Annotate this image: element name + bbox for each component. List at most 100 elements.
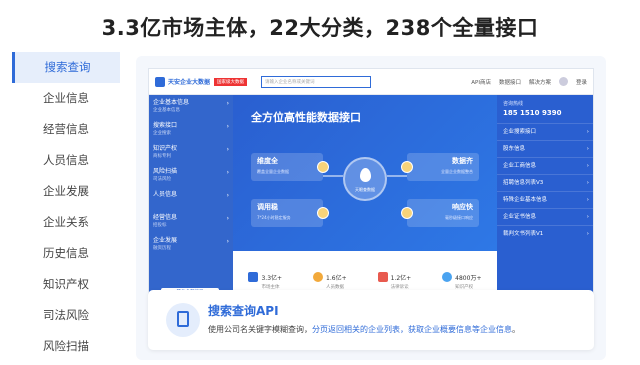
- shot-logo: 天安企业大数据: [155, 76, 211, 87]
- side-item[interactable]: 企业基本信息 企业基本信息 ›: [149, 95, 233, 118]
- side-item-sub: 企业基本信息: [153, 108, 180, 113]
- person-icon: [313, 272, 324, 282]
- side-item[interactable]: 风险扫描司法风险 ›: [149, 164, 233, 187]
- right-item-label: 裁判文书列表V1: [503, 231, 544, 237]
- coin-icon: [401, 207, 413, 219]
- right-item-label: 企业证书信息: [503, 214, 537, 220]
- right-list-item[interactable]: 裁判文书列表V1 ›: [497, 225, 593, 242]
- chevron-right-icon: ›: [586, 180, 589, 186]
- side-item-title: 知识产权: [153, 145, 178, 152]
- stat-item: 3.3亿+ 市场主体: [248, 265, 282, 290]
- connector-line: [387, 175, 407, 177]
- side-item-title: 人员信息: [153, 191, 178, 198]
- feature-title: 调用稳: [257, 203, 278, 211]
- nav-item-personnel[interactable]: 人员信息: [12, 145, 120, 176]
- nav-item-risk-scan[interactable]: 风险扫描: [12, 331, 120, 362]
- right-item-label: 股东信息: [503, 146, 526, 152]
- feature-box-data: 数据齐 全量企业数据整合: [407, 153, 479, 181]
- chevron-right-icon: ›: [226, 238, 229, 245]
- connector-line: [323, 175, 343, 177]
- center-hub: 天眼查数据: [343, 157, 387, 201]
- side-item-sub: 企业搜索: [153, 131, 171, 136]
- left-nav: 搜索查询 企业信息 经营信息 人员信息 企业发展 企业关系 历史信息 知识产权 …: [12, 52, 120, 365]
- feature-box-fast: 响应快 毫秒级接口响应: [407, 199, 479, 227]
- right-item-label: 企业搜索接口: [503, 129, 537, 135]
- stat-item: 4800万+ 知识产权: [442, 265, 481, 290]
- feature-desc: 7*24小时稳定服务: [257, 215, 291, 220]
- feature-box-dimension: 维度全 覆盖全量企业数据: [251, 153, 323, 181]
- center-label: 天眼查数据: [355, 187, 375, 192]
- coin-icon: [401, 161, 413, 173]
- side-item[interactable]: 知识产权商标专利 ›: [149, 141, 233, 164]
- nav-item-business-info[interactable]: 经营信息: [12, 114, 120, 145]
- side-item-title: 搜索接口: [153, 122, 178, 129]
- right-list-item[interactable]: 企业工商信息 ›: [497, 157, 593, 174]
- chevron-right-icon: ›: [586, 197, 589, 203]
- chevron-right-icon: ›: [586, 231, 589, 237]
- stat-value: 1.2亿+: [390, 274, 412, 282]
- chevron-right-icon: ›: [226, 192, 229, 199]
- stat-item: 1.2亿+ 法律诉讼: [377, 265, 412, 290]
- chevron-right-icon: ›: [226, 146, 229, 153]
- nav-item-ip[interactable]: 知识产权: [12, 269, 120, 300]
- side-item[interactable]: 人员信息 ›: [149, 187, 233, 210]
- stat-value: 4800万+: [455, 274, 482, 282]
- chevron-right-icon: ›: [586, 129, 589, 135]
- topnav-data-api[interactable]: 数据接口: [499, 78, 521, 86]
- side-item-sub: 融资历程: [153, 246, 171, 251]
- nav-item-history[interactable]: 历史信息: [12, 238, 120, 269]
- right-list-item[interactable]: 特殊企业基本信息 ›: [497, 191, 593, 208]
- nav-item-legal-risk[interactable]: 司法风险: [12, 300, 120, 331]
- logo-mark-icon: [155, 76, 165, 87]
- shot-side-menu: 企业基本信息 企业基本信息 › 搜索接口企业搜索 › 知识产权商标专利 › 风险扫描司法…: [149, 95, 233, 301]
- building-icon: [248, 272, 259, 282]
- right-list-item[interactable]: 股东信息 ›: [497, 140, 593, 157]
- stat-label: 人员数据: [326, 284, 345, 290]
- avatar[interactable]: [558, 77, 568, 86]
- stat-item: 1.6亿+ 人员数据: [313, 265, 347, 290]
- shot-topnav: API商店 数据接口 解决方案 登录: [471, 77, 587, 86]
- gavel-icon: [377, 272, 388, 282]
- side-item[interactable]: 企业发展融资历程 ›: [149, 233, 233, 256]
- right-item-label: 企业工商信息: [503, 163, 537, 169]
- chevron-right-icon: ›: [226, 169, 229, 176]
- nav-item-relations[interactable]: 企业关系: [12, 207, 120, 238]
- hero-title: 全方位高性能数据接口: [251, 111, 361, 124]
- hotline-label: 咨询热线: [503, 101, 524, 107]
- topnav-api-store[interactable]: API商店: [471, 78, 491, 86]
- hero-banner: 全方位高性能数据接口 维度全 覆盖全量企业数据 数据齐 全量企业数据整合 调用稳…: [233, 95, 497, 251]
- side-item[interactable]: 搜索接口 企业搜索 ›: [149, 118, 233, 141]
- right-list-item[interactable]: 企业证书信息 ›: [497, 208, 593, 225]
- logo-text: 天安企业大数据: [168, 79, 211, 86]
- chevron-right-icon: ›: [586, 214, 589, 220]
- stat-label: 法律诉讼: [390, 284, 409, 290]
- side-item-title: 风险扫描: [153, 168, 178, 175]
- feature-title: 维度全: [257, 157, 278, 165]
- right-list-item[interactable]: 企业搜索接口 ›: [497, 123, 593, 140]
- desc-text: 使用公司名关键字模糊查询，: [208, 325, 312, 334]
- api-description: 使用公司名关键字模糊查询，分页返回相关的企业列表，获取企业概要信息等企业信息。: [208, 324, 520, 335]
- stat-label: 知识产权: [455, 284, 474, 290]
- stat-value: 3.3亿+: [261, 274, 283, 282]
- feature-desc: 全量企业数据整合: [441, 169, 473, 174]
- coin-icon: [317, 161, 329, 173]
- desc-highlight: 分页返回相关的企业列表，获取企业概要信息等企业信息: [312, 325, 512, 334]
- shot-search-input[interactable]: 请输入企业名称或关键词: [261, 75, 372, 88]
- nav-item-company-info[interactable]: 企业信息: [12, 83, 120, 114]
- right-list-item[interactable]: 招聘信息列表V3 ›: [497, 174, 593, 191]
- side-item-sub: 司法风险: [153, 177, 171, 182]
- topnav-login[interactable]: 登录: [576, 78, 587, 86]
- hotline-phone: 185 1510 9390: [503, 109, 562, 117]
- nav-item-development[interactable]: 企业发展: [12, 176, 120, 207]
- feature-title: 响应快: [452, 203, 473, 211]
- nav-item-search[interactable]: 搜索查询: [12, 52, 120, 83]
- side-item[interactable]: 经营信息 招投标 ›: [149, 210, 233, 233]
- side-item-title: 经营信息: [153, 214, 178, 221]
- api-title[interactable]: 搜索查询API: [208, 302, 279, 319]
- feature-box-stable: 调用稳 7*24小时稳定服务: [251, 199, 323, 227]
- side-item-sub: 商标专利: [153, 154, 171, 159]
- coin-icon: [317, 207, 329, 219]
- topnav-solutions[interactable]: 解决方案: [529, 78, 551, 86]
- right-item-label: 特殊企业基本信息: [503, 197, 548, 203]
- side-item-title: 企业发展: [153, 237, 178, 244]
